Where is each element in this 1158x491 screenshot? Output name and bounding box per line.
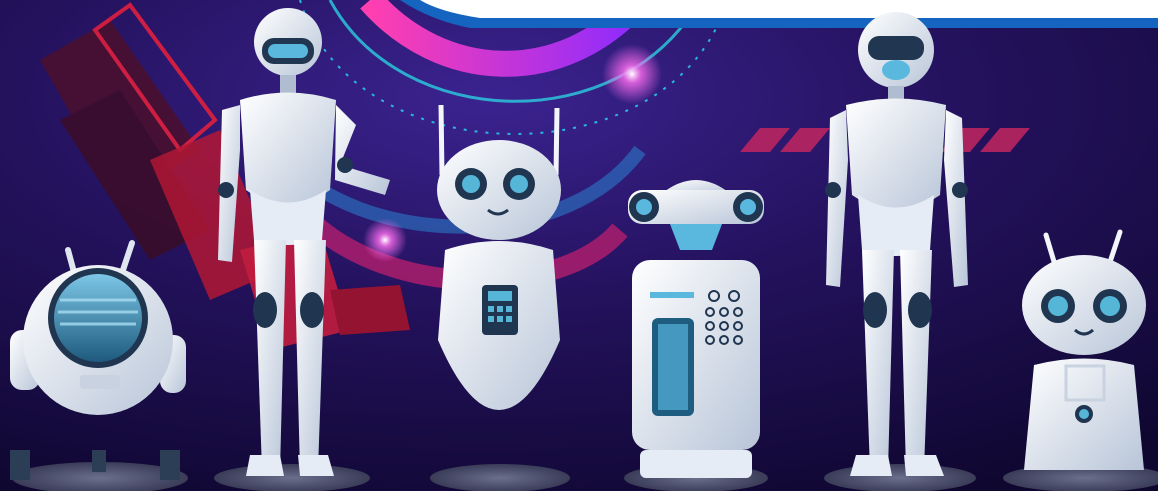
scene-svg <box>0 0 1158 491</box>
top-banner <box>400 0 1158 28</box>
robot-lineup-illustration <box>0 0 1158 491</box>
